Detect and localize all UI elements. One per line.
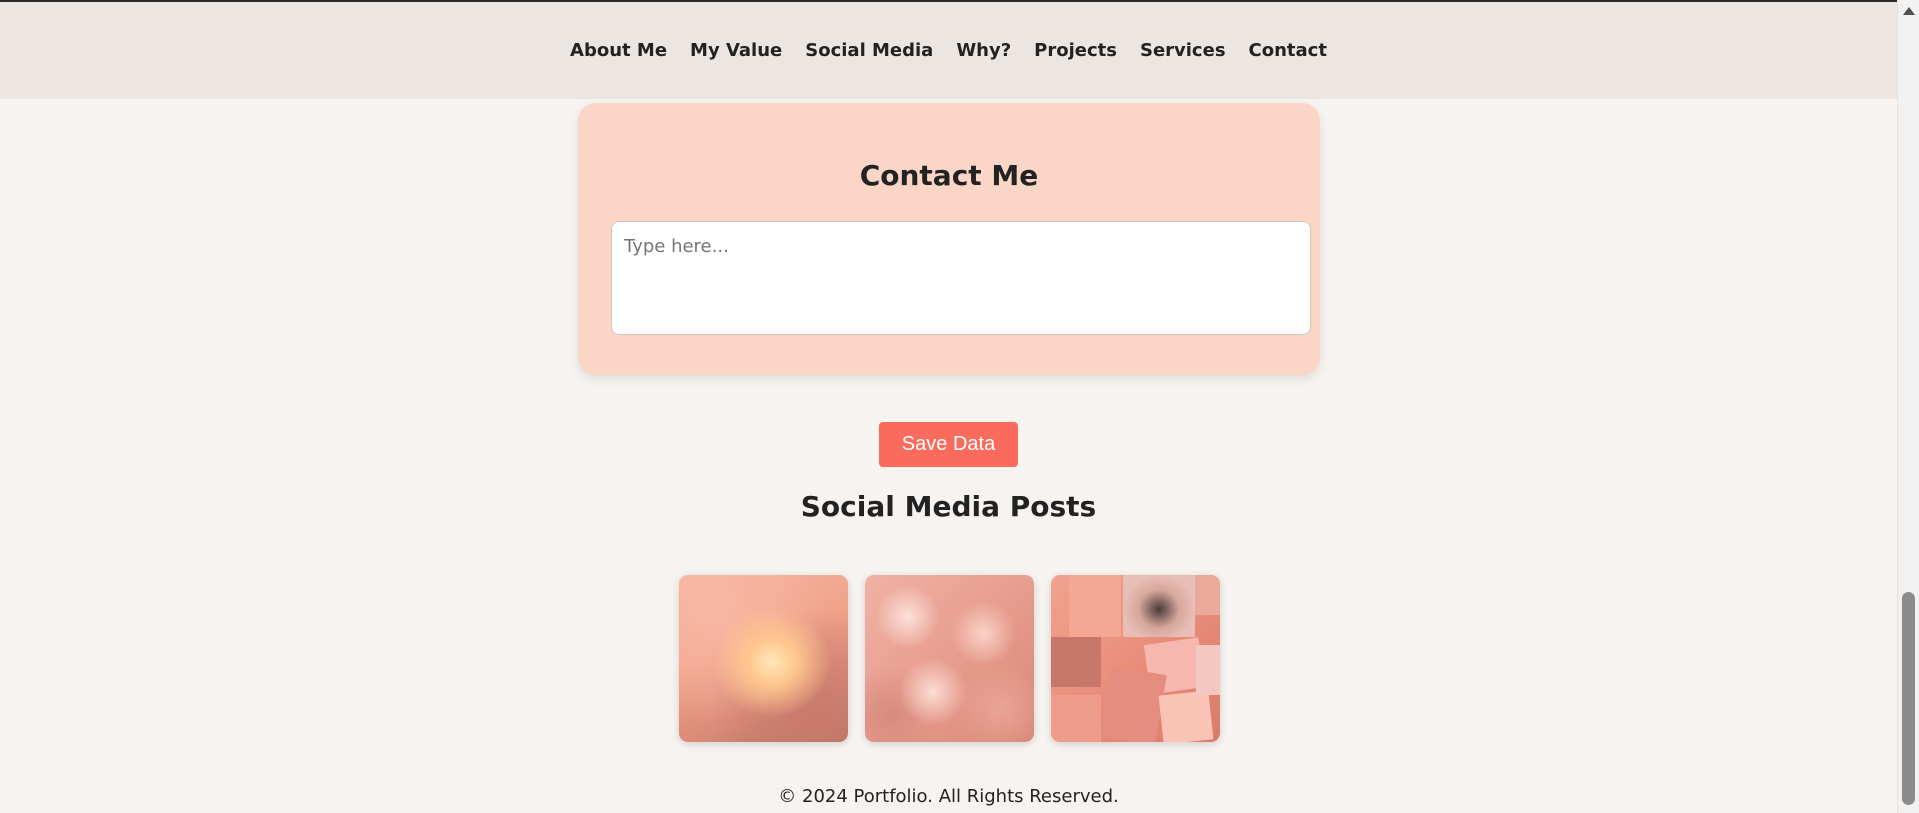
scrollbar-thumb[interactable] [1902, 592, 1915, 805]
nav-link-services[interactable]: Services [1140, 40, 1226, 61]
collage-tile [1051, 637, 1101, 687]
nav-link-my-value[interactable]: My Value [690, 40, 782, 61]
contact-card: Contact Me [578, 103, 1320, 375]
nav-link-why[interactable]: Why? [956, 40, 1011, 61]
eye-makeup-tile [1123, 575, 1195, 637]
collage-tile [1195, 575, 1220, 615]
page: About Me My Value Social Media Why? Proj… [0, 0, 1897, 813]
nav-link-projects[interactable]: Projects [1034, 40, 1117, 61]
collage-tile [1069, 575, 1121, 637]
collage-tile [1196, 645, 1220, 695]
nav-link-social-media[interactable]: Social Media [805, 40, 933, 61]
scroll-up-arrow-icon[interactable] [1903, 7, 1915, 15]
copyright-text: © 2024 Portfolio. All Rights Reserved. [778, 786, 1119, 807]
nav-link-about-me[interactable]: About Me [570, 40, 667, 61]
page-scrollbar[interactable] [1897, 0, 1919, 813]
window-top-border [0, 0, 1897, 2]
message-input[interactable] [611, 221, 1311, 335]
contact-title: Contact Me [859, 159, 1039, 192]
collage-tile [1100, 665, 1167, 742]
social-media-posts-heading: Social Media Posts [800, 490, 1097, 523]
sunset-sky-image[interactable] [679, 575, 848, 742]
peach-aesthetic-collage-image[interactable] [1051, 575, 1220, 742]
social-posts-grid [679, 575, 1220, 742]
collage-tile [1051, 695, 1101, 742]
pink-jelly-blobs-image[interactable] [865, 575, 1034, 742]
navbar: About Me My Value Social Media Why? Proj… [0, 2, 1897, 99]
nav-link-contact[interactable]: Contact [1249, 40, 1327, 61]
save-data-button[interactable]: Save Data [879, 422, 1018, 467]
collage-tile [1158, 690, 1214, 742]
